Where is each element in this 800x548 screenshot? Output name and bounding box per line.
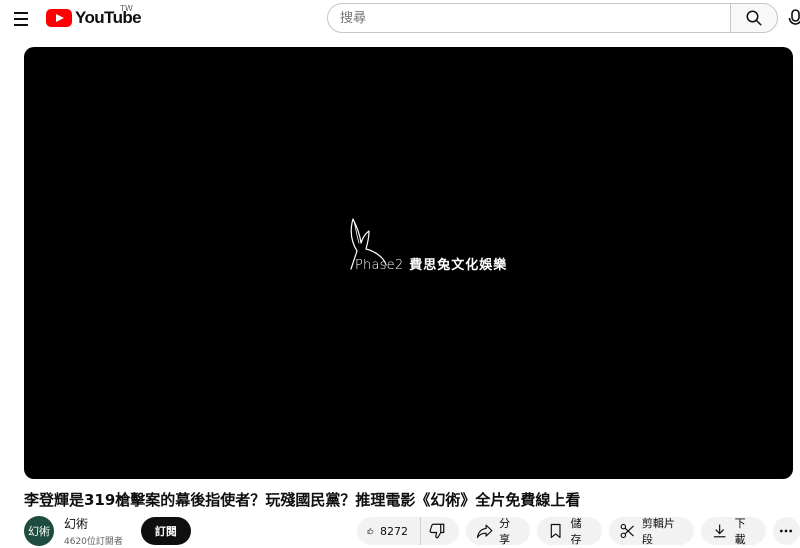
download-label: 下載: [734, 517, 746, 546]
avatar[interactable]: 幻術: [24, 516, 54, 546]
region-code: TW: [120, 4, 133, 13]
clip-button[interactable]: 剪輯片段: [608, 517, 695, 546]
save-button[interactable]: 儲存: [537, 517, 602, 546]
thumbs-down-icon: [429, 523, 445, 539]
download-icon: [714, 524, 726, 538]
share-icon: [476, 524, 493, 539]
subscribe-button[interactable]: 訂閱: [140, 517, 191, 545]
channel-owner: 幻術 幻術 4620位訂閱者 訂閱: [24, 515, 191, 547]
more-horizontal-icon: [780, 529, 793, 533]
brand-zh: 費思兔文化娛樂: [409, 258, 508, 273]
search-box: [327, 3, 778, 33]
share-button[interactable]: 分享: [465, 517, 531, 546]
more-actions-button[interactable]: [772, 517, 800, 545]
clip-label: 剪輯片段: [641, 517, 675, 546]
menu-icon[interactable]: [8, 6, 34, 32]
subscriber-count: 4620位訂閱者: [64, 537, 123, 547]
play-logo-icon: [46, 9, 72, 27]
brand-en: Phase2: [355, 258, 404, 273]
search-icon: [746, 10, 762, 26]
thumbs-up-icon: [367, 528, 374, 534]
bookmark-icon: [550, 523, 561, 539]
save-label: 儲存: [570, 517, 582, 546]
owner-text: 幻術 4620位訂閱者: [64, 515, 123, 547]
player-brand-text: Phase2 費思兔文化娛樂: [355, 254, 507, 273]
channel-name[interactable]: 幻術: [64, 515, 123, 532]
video-player[interactable]: Phase2 費思兔文化娛樂: [24, 47, 793, 479]
masthead: YouTube TW: [0, 0, 800, 40]
search-button[interactable]: [730, 3, 778, 33]
like-count: 8272: [380, 524, 408, 538]
voice-search-button[interactable]: [788, 8, 800, 28]
search-input[interactable]: [327, 3, 730, 33]
share-label: 分享: [499, 517, 511, 546]
like-dislike-group: 8272: [357, 517, 459, 545]
like-button[interactable]: 8272: [357, 517, 421, 545]
dislike-button[interactable]: [421, 517, 459, 545]
action-bar: 8272 分享 儲存 剪輯片段 下載: [357, 517, 800, 546]
microphone-icon: [788, 9, 800, 25]
video-title: 李登輝是319槍擊案的幕後指使者？玩殘國民黨？推理電影《幻術》全片免費線上看: [24, 491, 581, 509]
download-button[interactable]: 下載: [701, 517, 766, 546]
scissors-icon: [620, 523, 634, 539]
